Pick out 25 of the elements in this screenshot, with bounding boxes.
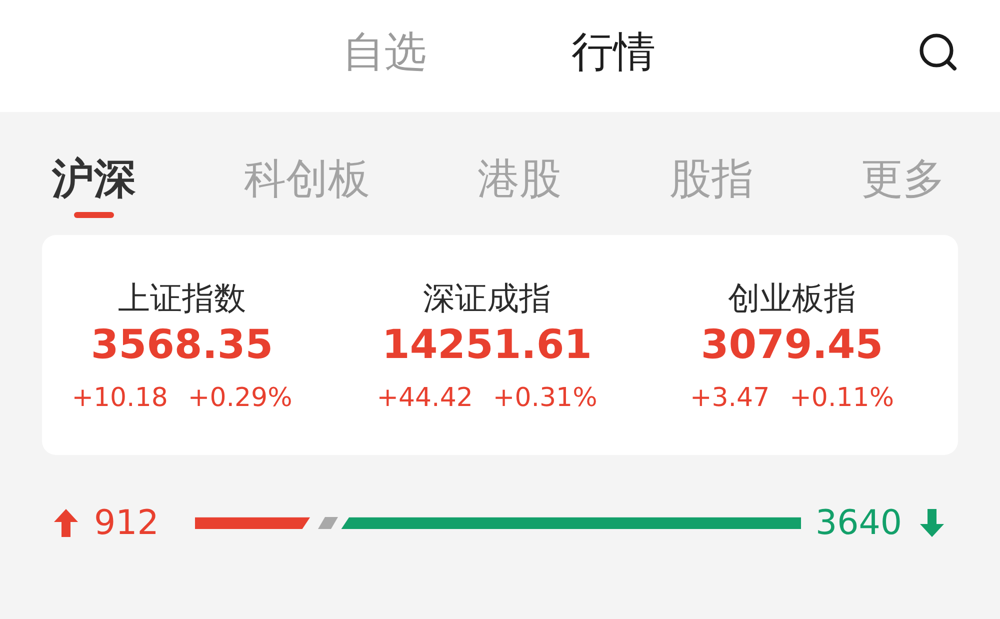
header-tab[interactable]: 行情: [572, 26, 656, 78]
index-name: 上证指数: [118, 279, 246, 318]
index-change-percent: +0.29%: [188, 383, 292, 415]
market-tab[interactable]: 股指: [669, 154, 754, 204]
index-name: 深证成指: [423, 279, 551, 318]
index-value: 14251.61: [382, 321, 592, 370]
index-change: +10.18: [72, 383, 168, 415]
market-tab[interactable]: 沪深: [52, 154, 136, 218]
market-tab[interactable]: 科创板: [244, 154, 370, 204]
market-tab[interactable]: 港股: [478, 154, 562, 204]
slash-divider-icon: [318, 517, 338, 530]
index-value: 3079.45: [700, 321, 884, 370]
rising-count: 912: [94, 503, 159, 544]
index-change: +44.42: [376, 383, 473, 415]
index-change: +3.47: [690, 383, 770, 415]
index-value: 3568.35: [90, 321, 274, 370]
up-arrow-icon: [54, 509, 78, 538]
index-change-percent: +0.31%: [492, 383, 598, 415]
down-arrow-icon: [920, 509, 944, 538]
search-icon[interactable]: [918, 32, 958, 72]
header-tab[interactable]: 自选: [342, 26, 426, 78]
market-tab[interactable]: 更多: [861, 154, 945, 204]
falling-count: 3640: [815, 503, 902, 544]
index-name: 创业板指: [728, 279, 856, 318]
index-change-percent: +0.11%: [790, 383, 894, 415]
